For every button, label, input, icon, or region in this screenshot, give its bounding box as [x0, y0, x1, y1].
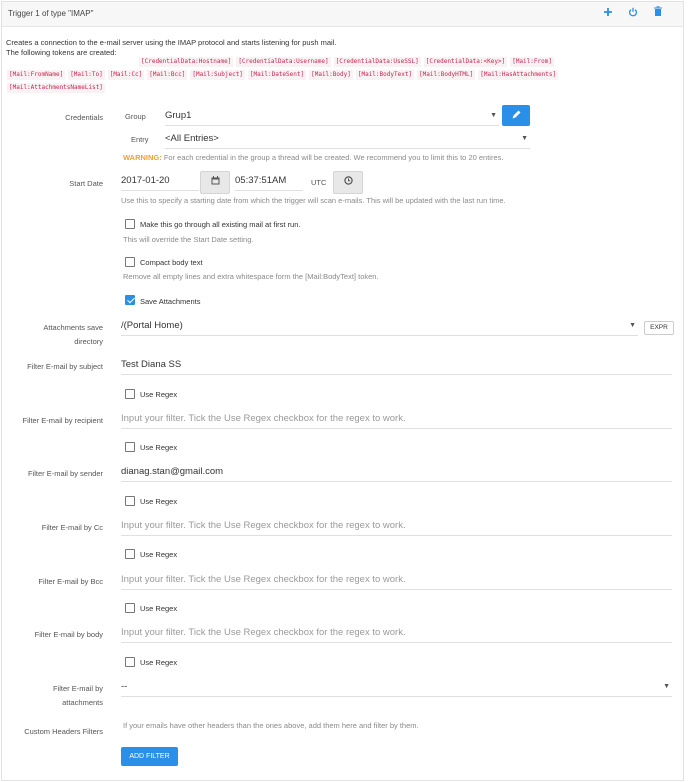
chevron-down-icon: ▼: [521, 135, 528, 142]
add-filter-button[interactable]: ADD FILTER: [121, 747, 178, 766]
chevron-down-icon: ▼: [629, 322, 636, 329]
sender-regex-checkbox[interactable]: [125, 496, 135, 506]
filter-bcc-label: Filter E-mail by Bcc: [38, 577, 103, 586]
trigger-panel: Trigger 1 of type "IMAP" Creates a conne…: [1, 1, 684, 781]
expr-button[interactable]: EXPR: [644, 321, 674, 335]
plus-icon[interactable]: [601, 6, 615, 20]
subject-regex-checkbox[interactable]: [125, 389, 135, 399]
calendar-button[interactable]: [200, 171, 230, 194]
edit-credentials-button[interactable]: [502, 105, 530, 126]
filter-cc-label: Filter E-mail by Cc: [41, 523, 103, 532]
start-date-label: Start Date: [69, 179, 103, 188]
compact-body-checkbox[interactable]: [125, 257, 135, 267]
filter-attachments-value: --: [121, 681, 128, 692]
filter-recipient-label: Filter E-mail by recipient: [22, 416, 103, 425]
save-attachments-label: Save Attachments: [140, 297, 201, 306]
group-select[interactable]: Grup1 ▼: [165, 108, 499, 126]
filter-body-label: Filter E-mail by body: [34, 630, 103, 639]
start-date-hint: Use this to specify a starting date from…: [121, 196, 506, 205]
filter-attachments-select[interactable]: -- ▼: [121, 679, 672, 697]
use-regex-label: Use Regex: [140, 497, 178, 506]
filter-subject-input[interactable]: Test Diana SS: [121, 357, 672, 375]
body-regex-checkbox[interactable]: [125, 657, 135, 667]
attachments-dir-label: Attachments save directory: [3, 322, 103, 347]
chevron-down-icon: ▼: [663, 683, 670, 690]
filter-attachments-label-line2: attachments: [62, 698, 103, 707]
trash-icon[interactable]: [651, 6, 665, 20]
warning-text: For each credential in the group a threa…: [163, 153, 504, 162]
tokens-list-row3: [Mail:AttachmentsNameList]: [7, 78, 647, 93]
filter-attachments-label-line1: Filter E-mail by: [52, 684, 103, 693]
entry-select[interactable]: <All Entries> ▼: [165, 131, 530, 149]
compact-body-hint: Remove all empty lines and extra whitesp…: [123, 272, 379, 281]
group-label: Group: [125, 112, 146, 121]
compact-body-label: Compact body text: [140, 258, 203, 267]
filter-body-input[interactable]: Input your filter. Tick the Use Regex ch…: [121, 625, 672, 643]
custom-headers-hint: If your emails have other headers than t…: [123, 721, 419, 730]
attachments-dir-label-line1: Attachments save: [43, 323, 103, 332]
attachments-dir-value: /(Portal Home): [121, 320, 183, 331]
existing-mail-label: Make this go through all existing mail a…: [140, 220, 301, 229]
panel-title: Trigger 1 of type "IMAP": [8, 9, 94, 18]
custom-headers-label: Custom Headers Filters: [24, 727, 103, 736]
pencil-icon: [512, 110, 521, 119]
use-regex-label: Use Regex: [140, 443, 178, 452]
recipient-regex-checkbox[interactable]: [125, 442, 135, 452]
filter-sender-label: Filter E-mail by sender: [27, 469, 103, 478]
use-regex-label: Use Regex: [140, 658, 178, 667]
start-time-input[interactable]: 05:37:51AM: [235, 173, 303, 191]
intro-description: Creates a connection to the e-mail serve…: [6, 38, 337, 47]
use-regex-label: Use Regex: [140, 390, 178, 399]
group-value: Grup1: [165, 110, 192, 121]
credentials-label: Credentials: [65, 113, 103, 122]
chevron-down-icon: ▼: [490, 112, 497, 119]
timezone-label: UTC: [311, 178, 327, 187]
save-attachments-checkbox[interactable]: [125, 295, 135, 305]
filter-recipient-input[interactable]: Input your filter. Tick the Use Regex ch…: [121, 411, 672, 429]
start-date-input[interactable]: 2017-01-20: [121, 173, 199, 191]
clock-icon: [343, 176, 353, 185]
attachments-dir-select[interactable]: /(Portal Home) ▼: [121, 318, 638, 336]
filter-sender-input[interactable]: dianag.stan@gmail.com: [121, 464, 672, 482]
use-regex-label: Use Regex: [140, 550, 178, 559]
filter-bcc-input[interactable]: Input your filter. Tick the Use Regex ch…: [121, 572, 672, 590]
warning-strong: WARNING:: [123, 153, 162, 162]
filter-attachments-label: Filter E-mail by attachments: [3, 683, 103, 708]
tokens-heading: The following tokens are created:: [6, 48, 117, 57]
attachments-dir-label-line2: directory: [74, 337, 103, 346]
power-icon[interactable]: [626, 6, 640, 20]
clock-button[interactable]: [333, 171, 363, 194]
cc-regex-checkbox[interactable]: [125, 549, 135, 559]
existing-mail-checkbox[interactable]: [125, 219, 135, 229]
entry-label: Entry: [131, 135, 149, 144]
panel-header: Trigger 1 of type "IMAP": [2, 2, 683, 27]
calendar-icon: [211, 176, 219, 185]
entry-value: <All Entries>: [165, 133, 219, 144]
filter-subject-label: Filter E-mail by subject: [27, 362, 103, 371]
use-regex-label: Use Regex: [140, 604, 178, 613]
existing-mail-hint: This will override the Start Date settin…: [123, 235, 254, 244]
bcc-regex-checkbox[interactable]: [125, 603, 135, 613]
credentials-warning: WARNING: For each credential in the grou…: [123, 153, 503, 162]
token: [Mail:AttachmentsNameList]: [7, 83, 105, 93]
filter-cc-input[interactable]: Input your filter. Tick the Use Regex ch…: [121, 518, 672, 536]
